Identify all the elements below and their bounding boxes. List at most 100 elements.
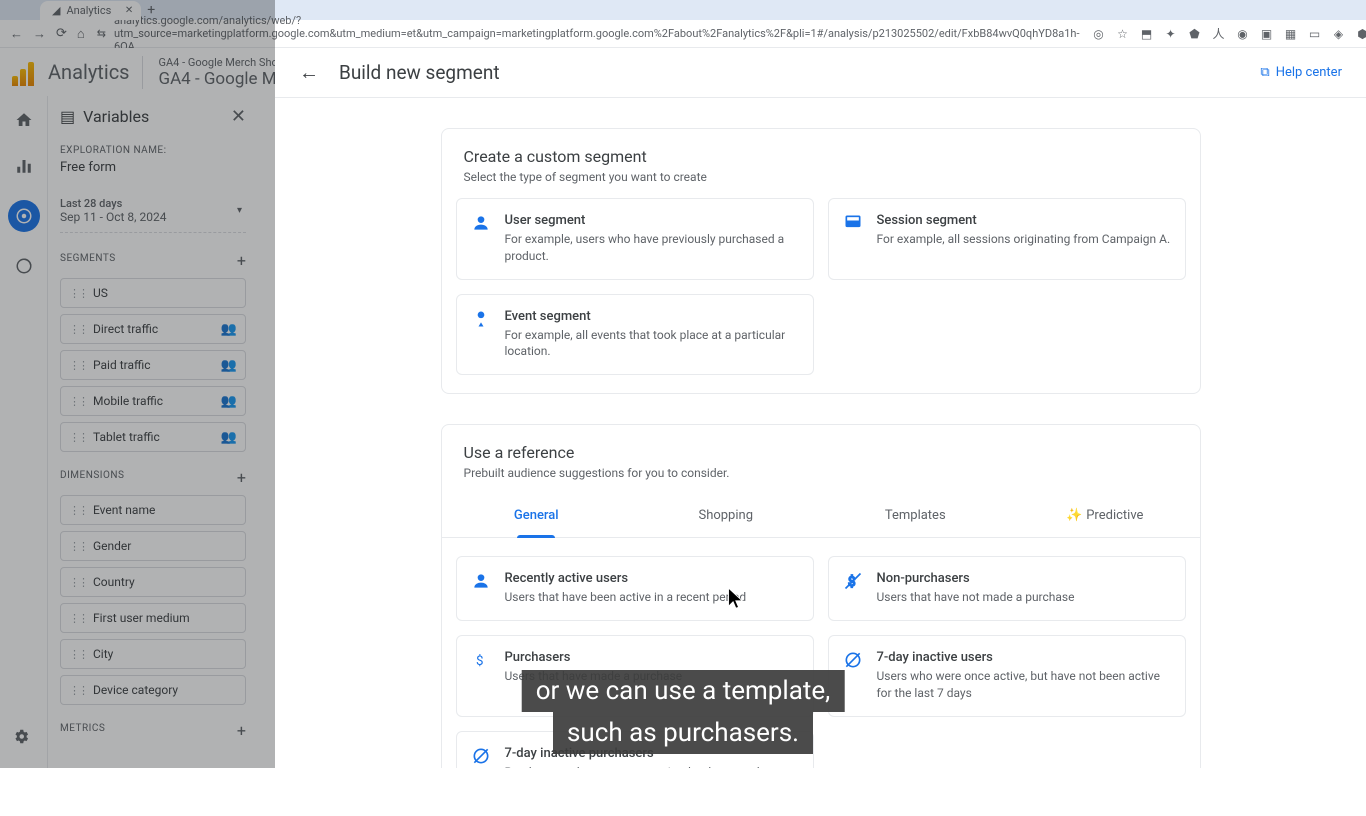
card-subtitle: For example, all events that took place … xyxy=(505,327,799,361)
tab-favicon: ◢ xyxy=(52,4,60,17)
ext-icon[interactable]: ◈ xyxy=(1332,27,1346,41)
browser-tab[interactable]: ◢ Analytics ✕ xyxy=(40,1,141,20)
person-icon: 👥 xyxy=(221,322,237,337)
tab-predictive[interactable]: ✨Predictive xyxy=(1010,494,1200,537)
browser-toolbar: ← → ⟳ ⌂ ⇆ analytics.google.com/analytics… xyxy=(0,20,1366,48)
session-segment-card[interactable]: Session segment For example, all session… xyxy=(828,198,1186,280)
refresh-button[interactable]: ⟳ xyxy=(56,26,67,42)
section-subtitle: Prebuilt audience suggestions for you to… xyxy=(464,466,1178,480)
close-icon[interactable]: ✕ xyxy=(231,106,246,127)
dimension-chip[interactable]: ⋮⋮Device category xyxy=(60,675,246,705)
non-purchasers-card[interactable]: $ Non-purchasers Users that have not mad… xyxy=(828,556,1186,621)
bookmark-icon[interactable]: ☆ xyxy=(1116,27,1130,41)
ext-icon[interactable]: ⬟ xyxy=(1188,27,1202,41)
forward-button[interactable]: → xyxy=(33,26,46,42)
admin-icon[interactable] xyxy=(12,726,30,748)
add-dimension-button[interactable]: + xyxy=(237,468,246,487)
variables-icon: ▤ xyxy=(60,107,75,126)
ext-icon[interactable]: ▦ xyxy=(1284,27,1298,41)
caption-line-1: or we can use a template, xyxy=(522,670,845,712)
chip-label: Tablet traffic xyxy=(93,430,160,444)
chip-label: Direct traffic xyxy=(93,322,158,336)
home-button[interactable]: ⌂ xyxy=(77,26,85,42)
close-icon[interactable]: ✕ xyxy=(125,5,133,16)
date-range-picker[interactable]: Last 28 days Sep 11 - Oct 8, 2024 ▾ xyxy=(60,189,246,233)
dimension-chip[interactable]: ⋮⋮Event name xyxy=(60,495,246,525)
home-icon[interactable] xyxy=(12,108,36,132)
exploration-label: EXPLORATION NAME: xyxy=(60,145,246,156)
clock-off-icon xyxy=(843,650,863,670)
segment-chip[interactable]: ⋮⋮US xyxy=(60,278,246,308)
variables-panel: ▤ Variables ✕ EXPLORATION NAME: Free for… xyxy=(48,96,258,816)
chip-label: Gender xyxy=(93,539,131,553)
property-selector[interactable]: GA4 - Google Merch Shop GA4 - Google Me xyxy=(142,56,286,89)
variables-title: Variables xyxy=(83,107,149,126)
dimension-chip[interactable]: ⋮⋮City xyxy=(60,639,246,669)
chip-label: First user medium xyxy=(93,611,190,625)
user-icon xyxy=(471,213,491,233)
section-title: Use a reference xyxy=(464,443,1178,462)
tab-title: Analytics xyxy=(66,4,111,17)
ext-icon[interactable]: ⬒ xyxy=(1140,27,1154,41)
left-nav-rail xyxy=(0,48,48,768)
ext-icon[interactable]: ▭ xyxy=(1308,27,1322,41)
card-title: 7-day inactive users xyxy=(877,650,1171,665)
card-subtitle: Users that have not made a purchase xyxy=(877,589,1075,606)
chip-label: US xyxy=(93,286,108,300)
chip-label: Paid traffic xyxy=(93,358,151,372)
user-segment-card[interactable]: User segment For example, users who have… xyxy=(456,198,814,280)
ext-icon[interactable]: ▣ xyxy=(1260,27,1274,41)
7day-inactive-users-card[interactable]: 7-day inactive users Users who were once… xyxy=(828,635,1186,717)
chip-label: Mobile traffic xyxy=(93,394,163,408)
card-title: Recently active users xyxy=(505,571,747,586)
segment-chip[interactable]: ⋮⋮Tablet traffic👥 xyxy=(60,422,246,452)
tab-general[interactable]: General xyxy=(442,494,632,537)
card-title: Event segment xyxy=(505,309,799,324)
advertising-icon[interactable] xyxy=(12,254,36,278)
person-icon: 👥 xyxy=(221,358,237,373)
segment-chip[interactable]: ⋮⋮Direct traffic👥 xyxy=(60,314,246,344)
tab-shopping[interactable]: Shopping xyxy=(631,494,821,537)
ext-icon[interactable]: 人 xyxy=(1212,25,1226,42)
card-subtitle: Users that have been active in a recent … xyxy=(505,589,747,606)
reports-icon[interactable] xyxy=(12,154,36,178)
event-segment-card[interactable]: Event segment For example, all events th… xyxy=(456,294,814,376)
card-subtitle: Purchasers who were once active, but hav… xyxy=(505,764,799,768)
analytics-wordmark: Analytics xyxy=(48,60,130,84)
analytics-logo[interactable]: Analytics xyxy=(12,58,130,86)
chevron-down-icon: ▾ xyxy=(237,205,242,216)
card-title: Non-purchasers xyxy=(877,571,1075,586)
exploration-name[interactable]: Free form xyxy=(60,160,246,175)
recently-active-card[interactable]: Recently active users Users that have be… xyxy=(456,556,814,621)
segment-chip[interactable]: ⋮⋮Mobile traffic👥 xyxy=(60,386,246,416)
dimension-chip[interactable]: ⋮⋮Gender xyxy=(60,531,246,561)
segment-chip[interactable]: ⋮⋮Paid traffic👥 xyxy=(60,350,246,380)
ext-icon[interactable]: ✦ xyxy=(1164,27,1178,41)
explore-icon[interactable] xyxy=(8,200,40,232)
ext-icon[interactable]: ◎ xyxy=(1092,27,1106,41)
ext-icon[interactable]: ⬢ xyxy=(1356,27,1366,41)
dollar-icon: $ xyxy=(471,650,491,670)
extension-icons: ◎☆ ⬒✦ ⬟人 ◉▣ ▦▭ ◈⬢ ◷⊕ G◫ ●⋮ xyxy=(1092,25,1366,42)
back-button[interactable]: ← xyxy=(299,60,319,85)
card-title: Session segment xyxy=(877,213,1171,228)
card-subtitle: Users who were once active, but have not… xyxy=(877,668,1171,702)
add-segment-button[interactable]: + xyxy=(237,251,246,270)
card-title: User segment xyxy=(505,213,799,228)
help-link[interactable]: ⧉ Help center xyxy=(1260,65,1342,80)
build-segment-modal: ← Build new segment ⧉ Help center Create… xyxy=(275,48,1366,768)
chip-label: Device category xyxy=(93,683,178,697)
caption-line-2: such as purchasers. xyxy=(553,712,813,754)
back-button[interactable]: ← xyxy=(10,26,23,42)
ext-icon[interactable]: ◉ xyxy=(1236,27,1250,41)
wand-icon: ✨ xyxy=(1066,508,1082,523)
chip-label: Country xyxy=(93,575,135,589)
tab-templates[interactable]: Templates xyxy=(821,494,1011,537)
dimension-chip[interactable]: ⋮⋮Country xyxy=(60,567,246,597)
user-icon xyxy=(471,571,491,591)
add-metric-button[interactable]: + xyxy=(237,721,246,740)
dimension-chip[interactable]: ⋮⋮First user medium xyxy=(60,603,246,633)
site-info-icon[interactable]: ⇆ xyxy=(97,27,106,40)
session-icon xyxy=(843,213,863,233)
property-title: GA4 - Google Me xyxy=(159,69,286,89)
